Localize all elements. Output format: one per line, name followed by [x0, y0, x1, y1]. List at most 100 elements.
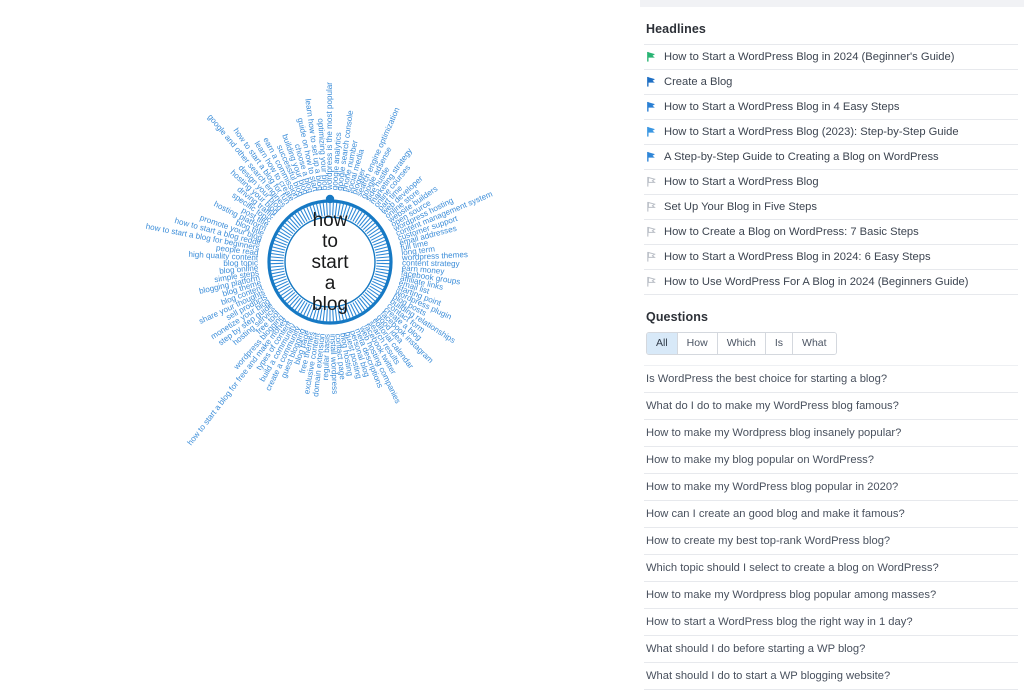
hub-tick — [361, 296, 370, 306]
headline-item[interactable]: How to Start a WordPress Blog in 4 Easy … — [644, 95, 1018, 120]
question-item[interactable]: How to make my Wordpress blog insanely p… — [644, 420, 1018, 447]
headline-text: Set Up Your Blog in Five Steps — [664, 200, 817, 214]
headline-item[interactable]: Set Up Your Blog in Five Steps — [644, 195, 1018, 220]
hub-tick — [295, 300, 303, 311]
hub-tick — [271, 269, 284, 271]
question-item[interactable]: How to make my WordPress blog popular in… — [644, 474, 1018, 501]
flag-icon — [646, 226, 657, 238]
headline-text: How to Start a WordPress Blog (2023): St… — [664, 125, 959, 139]
headline-item[interactable]: How to Use WordPress For A Blog in 2024 … — [644, 270, 1018, 295]
question-filter-tab-all[interactable]: All — [647, 333, 678, 354]
hub-tick — [359, 298, 367, 308]
hub-tick — [292, 216, 300, 226]
hub-tick — [365, 223, 375, 232]
question-filter-tab-how[interactable]: How — [678, 333, 718, 354]
hub-tick — [279, 231, 290, 238]
hub-tick — [272, 274, 285, 277]
hub-center-line: a — [325, 273, 336, 294]
hub-tick — [277, 234, 288, 240]
flag-icon — [646, 76, 657, 88]
question-item[interactable]: How to start a WordPress blog the right … — [644, 609, 1018, 636]
headline-item[interactable]: How to Create a Blog on WordPress: 7 Bas… — [644, 220, 1018, 245]
headline-text: Create a Blog — [664, 75, 732, 89]
hub-tick — [290, 296, 299, 306]
hub-tick — [376, 271, 389, 274]
hub-tick — [271, 266, 284, 267]
question-filter-tab-is[interactable]: Is — [766, 333, 793, 354]
hub-tick — [371, 234, 382, 240]
wordcloud-svg: howtostartablog wordpress is the most po… — [0, 0, 640, 598]
question-item[interactable]: How to make my Wordpress blog popular am… — [644, 582, 1018, 609]
question-filter-tab-what[interactable]: What — [793, 333, 836, 354]
hub-tick — [367, 290, 377, 298]
headline-text: How to Use WordPress For A Blog in 2024 … — [664, 275, 969, 289]
hub-tick — [281, 228, 292, 235]
hub-tick — [353, 210, 359, 221]
headline-item[interactable]: How to Start a WordPress Blog (2023): St… — [644, 120, 1018, 145]
hub-center-label: howtostartablog — [312, 210, 350, 315]
hub-tick — [368, 228, 379, 235]
hub-tick — [271, 257, 284, 258]
questions-heading: Questions — [646, 310, 1018, 324]
question-item[interactable]: What should I do to start a WP blogging … — [644, 663, 1018, 690]
headlines-list: How to Start a WordPress Blog in 2024 (B… — [644, 44, 1018, 295]
hub-tick — [359, 216, 367, 226]
hub-center-line: blog — [312, 294, 348, 315]
headline-item[interactable]: How to Start a WordPress Blog in 2024 (B… — [644, 44, 1018, 70]
headline-text: How to Start a WordPress Blog — [664, 175, 819, 189]
panel-top-strip — [640, 0, 1024, 7]
hub-tick — [272, 271, 285, 274]
hub-tick — [272, 247, 285, 250]
hub-tick — [375, 274, 388, 277]
page-root: howtostartablog wordpress is the most po… — [0, 0, 1024, 598]
headline-text: How to Create a Blog on WordPress: 7 Bas… — [664, 225, 919, 239]
hub-tick — [279, 286, 290, 293]
question-item[interactable]: How can I create an good blog and make i… — [644, 501, 1018, 528]
headline-item[interactable]: A Step-by-Step Guide to Creating a Blog … — [644, 145, 1018, 170]
results-side-panel: Headlines How to Start a WordPress Blog … — [640, 0, 1024, 598]
flag-icon — [646, 151, 657, 163]
headline-item[interactable]: How to Start a WordPress Blog — [644, 170, 1018, 195]
hub-center-line: to — [322, 231, 338, 252]
headline-text: How to Start a WordPress Blog in 2024 (B… — [664, 50, 954, 64]
question-item[interactable]: What should I do before starting a WP bl… — [644, 636, 1018, 663]
flag-icon — [646, 201, 657, 213]
hub-tick — [290, 218, 299, 228]
question-item[interactable]: What do I do to make my WordPress blog f… — [644, 393, 1018, 420]
hub-tick — [277, 284, 288, 290]
hub-tick — [357, 300, 365, 311]
hub-tick — [292, 298, 300, 308]
hub-tick — [376, 250, 389, 253]
question-item[interactable]: Is WordPress the best choice for startin… — [644, 365, 1018, 393]
flag-icon — [646, 251, 657, 263]
hub-tick — [371, 284, 382, 290]
headline-item[interactable]: Create a Blog — [644, 70, 1018, 95]
hub-tick — [376, 266, 389, 267]
hub-tick — [285, 292, 295, 301]
flag-icon — [646, 276, 657, 288]
question-item[interactable]: How to make my blog popular on WordPress… — [644, 447, 1018, 474]
headline-text: How to Start a WordPress Blog in 2024: 6… — [664, 250, 931, 264]
hub-tick — [272, 250, 285, 253]
question-filter-tab-which[interactable]: Which — [718, 333, 766, 354]
questions-list: Is WordPress the best choice for startin… — [644, 365, 1018, 690]
flag-icon — [646, 126, 657, 138]
hub-tick — [370, 231, 381, 238]
hub-tick — [271, 254, 284, 256]
hub-tick — [353, 302, 359, 313]
hub-tick — [361, 218, 370, 228]
hub-center-line: how — [313, 210, 348, 231]
hub-tick — [283, 290, 293, 298]
hub-tick — [368, 288, 379, 295]
hub-tick — [298, 301, 305, 312]
hub-tick — [295, 214, 303, 225]
flag-icon — [646, 51, 657, 63]
hub-tick — [370, 286, 381, 293]
question-item[interactable]: How to create my best top-rank WordPress… — [644, 528, 1018, 555]
hub-tick — [357, 214, 365, 225]
hub-tick — [298, 212, 305, 223]
question-item[interactable]: Which topic should I select to create a … — [644, 555, 1018, 582]
question-filter-tabs[interactable]: AllHowWhichIsWhat — [646, 332, 837, 355]
headline-item[interactable]: How to Start a WordPress Blog in 2024: 6… — [644, 245, 1018, 270]
radial-wordcloud-visualization: howtostartablog wordpress is the most po… — [0, 0, 640, 598]
